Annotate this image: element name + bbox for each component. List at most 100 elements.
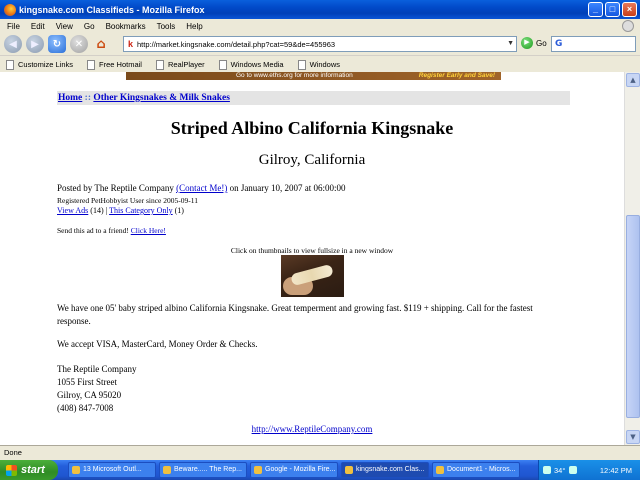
seller-address: The Reptile Company 1055 First Street Gi… [57, 363, 136, 415]
menu-bookmarks[interactable]: Bookmarks [106, 22, 146, 31]
home-button[interactable]: ⌂ [92, 35, 110, 53]
breadcrumb: Home :: Other Kingsnakes & Milk Snakes [57, 91, 570, 105]
task-button-active[interactable]: kingsnake.com Clas... [341, 462, 429, 478]
tray-temperature: 34° [554, 465, 566, 475]
site-favicon-icon: k [128, 39, 134, 49]
breadcrumb-category-link[interactable]: Other Kingsnakes & Milk Snakes [93, 93, 230, 103]
google-g-icon[interactable]: G [555, 39, 562, 49]
tray-icon[interactable] [569, 466, 578, 474]
task-label: Google - Mozilla Fire... [265, 466, 336, 473]
start-button[interactable]: start [0, 460, 58, 480]
breadcrumb-separator: :: [84, 93, 91, 103]
close-button[interactable]: × [622, 2, 637, 17]
forward-button[interactable]: ▶ [26, 35, 44, 53]
send-prefix: Send this ad to a friend! [57, 226, 129, 235]
task-button[interactable]: Document1 - Micros... [432, 462, 520, 478]
outlook-icon [72, 466, 80, 474]
category-only-link[interactable]: This Category Only [109, 206, 173, 215]
tray-icon[interactable] [543, 466, 551, 474]
contact-link[interactable]: (Contact Me!) [176, 183, 227, 193]
registered-since: Registered PetHobbyist User since 2005-0… [57, 196, 198, 205]
bookmark-label: RealPlayer [167, 60, 205, 69]
website-link-row: http://www.ReptileCompany.com [0, 424, 624, 434]
maximize-button[interactable]: □ [605, 2, 620, 17]
address-line: Gilroy, CA 95020 [57, 390, 122, 400]
page-icon [6, 59, 14, 70]
website-link[interactable]: http://www.ReptileCompany.com [252, 424, 373, 434]
go-arrow-icon: ▶ [521, 37, 533, 49]
snake-thumbnail[interactable] [281, 255, 344, 297]
firefox-icon [345, 466, 353, 474]
back-button[interactable]: ◀ [4, 35, 22, 53]
system-tray: 34° 12:42 PM [538, 460, 640, 480]
menu-file[interactable]: File [7, 22, 20, 31]
ad-banner[interactable]: Go to www.eths.org for more information … [126, 72, 501, 80]
breadcrumb-home-link[interactable]: Home [58, 93, 82, 103]
thumbnail-note: Click on thumbnails to view fullsize in … [230, 246, 394, 255]
address-dropdown-icon[interactable]: ▼ [507, 40, 514, 47]
window-title: kingsnake.com Classifieds - Mozilla Fire… [19, 4, 205, 15]
task-button[interactable]: Beware..... The Rep... [159, 462, 247, 478]
menu-tools[interactable]: Tools [157, 22, 176, 31]
send-link[interactable]: Click Here! [131, 226, 166, 235]
task-button[interactable]: 13 Microsoft Outl... [68, 462, 156, 478]
page-icon [155, 59, 164, 70]
task-label: 13 Microsoft Outl... [83, 466, 142, 473]
posted-prefix: Posted by The Reptile Company [57, 183, 174, 193]
ad-location: Gilroy, California [258, 152, 366, 168]
navigation-toolbar: ◀ ▶ ↻ ✕ ⌂ k http://market.kingsnake.com/… [0, 33, 640, 56]
posted-by-line: Posted by The Reptile Company (Contact M… [57, 183, 346, 193]
bookmark-label: Free Hotmail [99, 60, 142, 69]
page-icon [297, 59, 306, 70]
bookmark-label: Windows [309, 60, 341, 69]
firefox-icon [4, 3, 16, 16]
vertical-scrollbar[interactable]: ▲ ▼ [624, 72, 640, 445]
page-icon [87, 59, 96, 70]
search-box[interactable]: G [551, 36, 636, 52]
go-label: Go [536, 38, 547, 48]
ads-links: View Ads (14) | This Category Only (1) [57, 206, 184, 215]
bookmark-label: Customize Links [18, 60, 74, 69]
taskbar-tasks: 13 Microsoft Outl... Beware..... The Rep… [68, 462, 520, 478]
menu-view[interactable]: View [56, 22, 73, 31]
menu-help[interactable]: Help [186, 22, 202, 31]
scroll-thumb[interactable] [626, 215, 640, 418]
address-bar[interactable]: k http://market.kingsnake.com/detail.php… [123, 36, 517, 52]
bookmark-item[interactable]: Customize Links [6, 59, 74, 70]
bookmarks-toolbar: Customize Links Free Hotmail RealPlayer … [0, 57, 640, 72]
view-ads-link[interactable]: View Ads [57, 206, 88, 215]
address-text: http://market.kingsnake.com/detail.php?c… [137, 39, 336, 49]
task-button[interactable]: Google - Mozilla Fire... [250, 462, 338, 478]
throbber-icon [622, 20, 634, 32]
scroll-up-icon[interactable]: ▲ [626, 73, 640, 87]
bookmark-item[interactable]: Free Hotmail [87, 59, 142, 70]
page-content: Go to www.eths.org for more information … [0, 72, 624, 445]
clock: 12:42 PM [599, 465, 632, 475]
start-label: start [21, 464, 45, 476]
bookmark-item[interactable]: RealPlayer [155, 59, 205, 70]
view-ads-count: (14) [90, 206, 104, 215]
word-icon [436, 466, 444, 474]
bookmark-item[interactable]: Windows Media [218, 59, 284, 70]
ad-description: We have one 05' baby striped albino Cali… [57, 303, 533, 326]
firefox-icon [163, 466, 171, 474]
bookmark-label: Windows Media [230, 60, 284, 69]
bookmark-item[interactable]: Windows [297, 59, 341, 70]
posted-date: on January 10, 2007 at 06:00:00 [229, 183, 346, 193]
scroll-down-icon[interactable]: ▼ [626, 430, 640, 444]
payment-info: We accept VISA, MasterCard, Money Order … [57, 339, 258, 349]
stop-button[interactable]: ✕ [70, 35, 88, 53]
menu-go[interactable]: Go [84, 22, 95, 31]
address-line: 1055 First Street [57, 377, 117, 387]
task-label: kingsnake.com Clas... [356, 466, 425, 473]
reload-button[interactable]: ↻ [48, 35, 66, 53]
status-text: Done [4, 448, 22, 457]
address-line: (408) 847-7008 [57, 403, 114, 413]
menu-edit[interactable]: Edit [31, 22, 45, 31]
address-line: The Reptile Company [57, 364, 137, 374]
go-button[interactable]: ▶ Go [521, 37, 547, 49]
minimize-button[interactable]: _ [588, 2, 603, 17]
status-bar: Done [0, 445, 640, 459]
task-label: Beware..... The Rep... [174, 466, 242, 473]
page-title: Striped Albino California Kingsnake [170, 118, 454, 138]
